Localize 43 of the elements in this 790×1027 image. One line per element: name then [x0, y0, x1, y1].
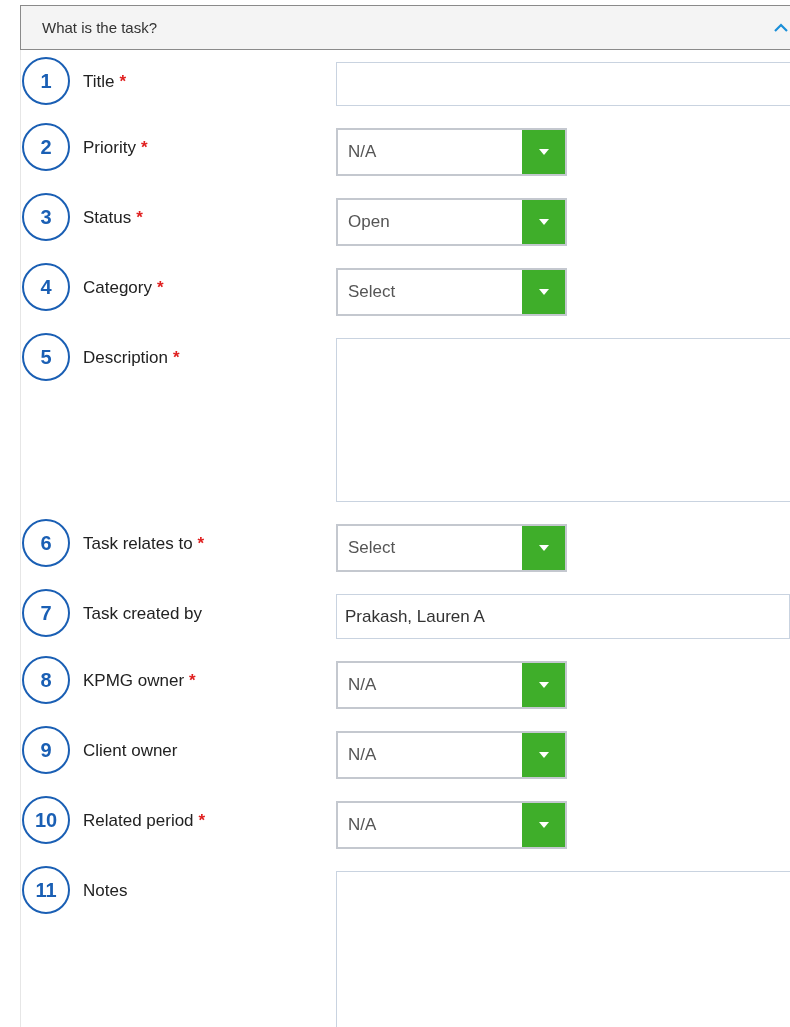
- step-number: 8: [22, 656, 70, 704]
- step-number: 1: [22, 57, 70, 105]
- step-number: 10: [22, 796, 70, 844]
- notes-field[interactable]: [336, 871, 790, 1027]
- step-number: 6: [22, 519, 70, 567]
- field-label: Task created by: [83, 604, 204, 624]
- field-label: Description *: [83, 348, 181, 368]
- chevron-up-icon[interactable]: [774, 22, 788, 33]
- field-label: Related period *: [83, 811, 207, 831]
- dropdown[interactable]: Select: [336, 524, 567, 572]
- caret-icon: [538, 682, 549, 688]
- dropdown[interactable]: N/A: [336, 661, 567, 709]
- step-number: 11: [22, 866, 70, 914]
- caret-icon: [538, 219, 549, 225]
- step-number: 3: [22, 193, 70, 241]
- section-header[interactable]: What is the task?: [20, 5, 790, 50]
- step-number: 2: [22, 123, 70, 171]
- caret-icon: [538, 289, 549, 295]
- dropdown[interactable]: N/A: [336, 801, 567, 849]
- description-field[interactable]: [336, 338, 790, 502]
- step-number: 7: [22, 589, 70, 637]
- caret-icon: [538, 149, 549, 155]
- field-label: Status *: [83, 208, 144, 228]
- title-input[interactable]: [336, 62, 790, 106]
- field-label: Title *: [83, 72, 128, 92]
- dropdown[interactable]: N/A: [336, 731, 567, 779]
- dropdown[interactable]: Open: [336, 198, 567, 246]
- dropdown[interactable]: N/A: [336, 128, 567, 176]
- field-label: KPMG owner *: [83, 671, 197, 691]
- caret-icon: [538, 752, 549, 758]
- field-label: Client owner: [83, 741, 179, 761]
- step-number: 4: [22, 263, 70, 311]
- field-label: Category *: [83, 278, 165, 298]
- caret-icon: [538, 545, 549, 551]
- field-label: Priority *: [83, 138, 149, 158]
- dropdown[interactable]: Select: [336, 268, 567, 316]
- field-label: Task relates to *: [83, 534, 206, 554]
- step-number: 9: [22, 726, 70, 774]
- section-title: What is the task?: [42, 19, 158, 36]
- input-field[interactable]: Prakash, Lauren A: [336, 594, 790, 639]
- field-label: Notes: [83, 881, 129, 901]
- step-number: 5: [22, 333, 70, 381]
- caret-icon: [538, 822, 549, 828]
